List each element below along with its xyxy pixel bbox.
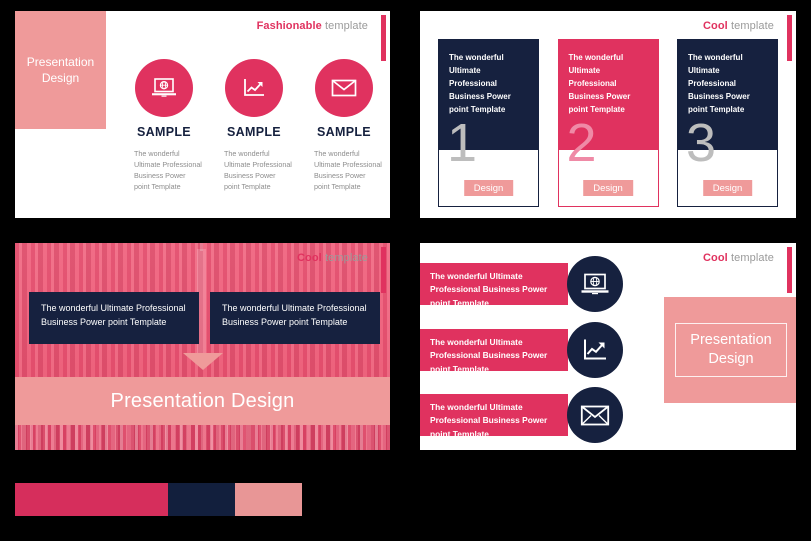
slide-cool-icon-list[interactable]: Cool template The wonderful Ultimate Pro… (420, 243, 796, 450)
numbered-cards: The wonderful Ultimate Professional Busi… (438, 39, 778, 207)
template-label: Cool template (703, 20, 774, 32)
icon-circle (567, 387, 623, 443)
template-label-strong: Cool (703, 252, 728, 264)
sample-description: The wonderful Ultimate Professional Busi… (314, 149, 382, 192)
accent-bar (787, 247, 792, 293)
accent-bar (381, 247, 386, 293)
numbered-card[interactable]: The wonderful Ultimate Professional Busi… (438, 39, 539, 207)
template-label-light: template (325, 252, 368, 264)
envelope-icon (580, 404, 610, 427)
sample-column[interactable]: SAMPLE The wonderful Ultimate Profession… (305, 59, 383, 193)
accent-bar (381, 15, 386, 61)
list-item[interactable]: The wonderful Ultimate Professional Busi… (420, 263, 568, 308)
template-label-strong: Fashionable (256, 20, 322, 32)
template-label-light: template (731, 252, 774, 264)
sample-column[interactable]: SAMPLE The wonderful Ultimate Profession… (125, 59, 203, 193)
slide-cool-cityscape[interactable]: Cool template The wonderful Ultimate Pro… (15, 243, 390, 450)
envelope-icon (331, 78, 357, 98)
template-label: Cool template (703, 252, 774, 264)
presentation-design-title: Presentation Design (110, 389, 295, 412)
presentation-design-title: Presentation Design (26, 54, 95, 85)
card-number: 3 (686, 113, 717, 173)
accent-bar (787, 15, 792, 61)
icon-circle (567, 256, 623, 312)
slide-cool-numbered-cards[interactable]: Cool template The wonderful Ultimate Pro… (420, 11, 796, 218)
numbered-card[interactable]: The wonderful Ultimate Professional Busi… (677, 39, 778, 207)
slide-fashionable-three-icons[interactable]: Fashionable template Presentation Design (15, 11, 390, 218)
design-button[interactable]: Design (463, 180, 514, 196)
sample-description: The wonderful Ultimate Professional Busi… (134, 149, 202, 192)
icon-circle (225, 59, 283, 117)
card-number: 2 (566, 113, 597, 173)
sample-columns: SAMPLE The wonderful Ultimate Profession… (125, 59, 383, 193)
slides-overview-canvas: Fashionable template Presentation Design (0, 0, 811, 541)
content-box: The wonderful Ultimate Professional Busi… (210, 292, 380, 344)
swatch-pink[interactable] (15, 483, 168, 516)
laptop-globe-icon (580, 272, 610, 297)
presentation-design-panel: Presentation Design (664, 297, 796, 403)
growth-chart-icon (242, 77, 266, 99)
template-label-strong: Cool (703, 20, 728, 32)
sample-description: The wonderful Ultimate Professional Busi… (224, 149, 292, 192)
icon-circle (567, 322, 623, 378)
icon-circle (135, 59, 193, 117)
sample-title: SAMPLE (137, 125, 191, 139)
template-label: Cool template (297, 252, 368, 264)
presentation-design-banner: Presentation Design (15, 377, 390, 425)
template-label-light: template (325, 20, 368, 32)
template-label: Fashionable template (257, 20, 368, 32)
color-swatch-bar (15, 483, 302, 516)
growth-chart-icon (581, 337, 609, 363)
design-button[interactable]: Design (702, 180, 753, 196)
sample-title: SAMPLE (317, 125, 371, 139)
content-box: The wonderful Ultimate Professional Busi… (29, 292, 199, 344)
design-button[interactable]: Design (583, 180, 633, 196)
list-item[interactable]: The wonderful Ultimate Professional Busi… (420, 394, 568, 439)
numbered-card[interactable]: The wonderful Ultimate Professional Busi… (557, 39, 659, 207)
swatch-salmon[interactable] (235, 483, 302, 516)
sample-title: SAMPLE (227, 125, 281, 139)
swatch-navy[interactable] (168, 483, 235, 516)
template-label-strong: Cool (297, 252, 322, 264)
icon-circle (315, 59, 373, 117)
sample-column[interactable]: SAMPLE The wonderful Ultimate Profession… (215, 59, 293, 193)
card-number: 1 (447, 113, 478, 173)
list-item[interactable]: The wonderful Ultimate Professional Busi… (420, 329, 568, 374)
template-label-light: template (731, 20, 774, 32)
presentation-design-panel: Presentation Design (15, 11, 106, 129)
down-arrow-icon (182, 353, 223, 370)
presentation-design-title: Presentation Design (675, 323, 787, 377)
laptop-globe-icon (151, 77, 177, 99)
